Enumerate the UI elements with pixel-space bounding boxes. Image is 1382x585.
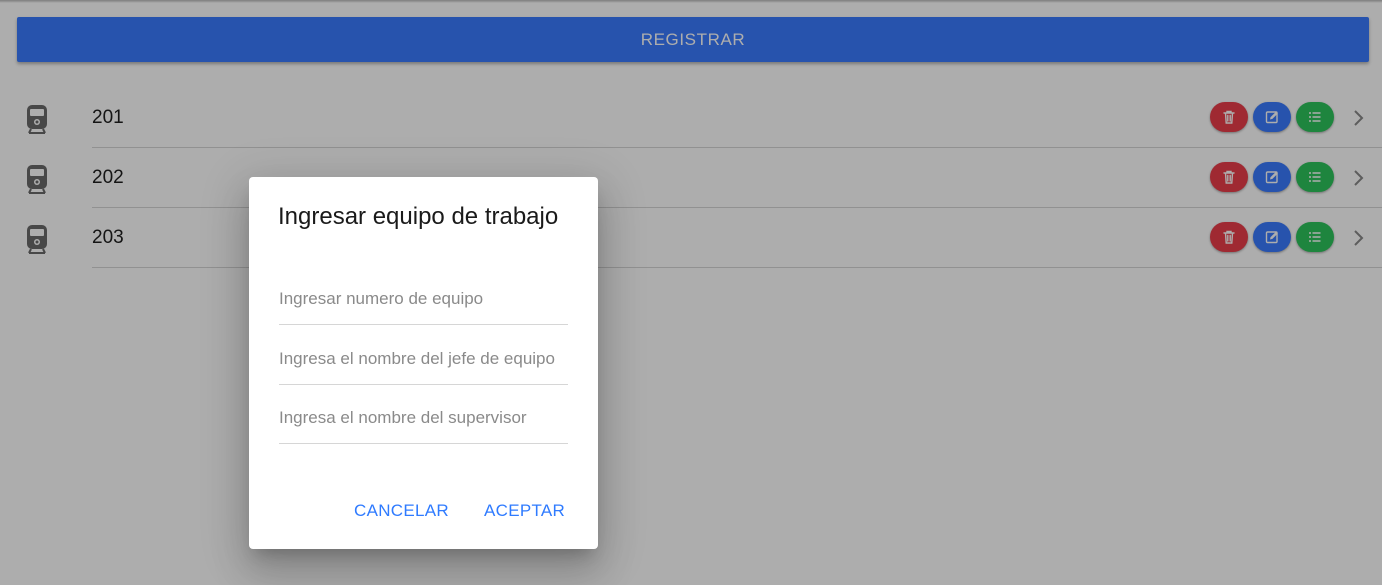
app-screen: REGISTRAR 201 202 203 Ingresar equipo de… <box>0 0 1382 585</box>
accept-button[interactable]: ACEPTAR <box>484 501 565 521</box>
modal-backdrop[interactable] <box>0 0 1382 585</box>
team-number-field <box>279 284 568 325</box>
cancel-button[interactable]: CANCELAR <box>354 501 449 521</box>
supervisor-input[interactable] <box>279 403 568 433</box>
team-leader-field <box>279 344 568 385</box>
supervisor-field <box>279 403 568 444</box>
team-leader-input[interactable] <box>279 344 568 374</box>
team-number-input[interactable] <box>279 284 568 314</box>
add-team-dialog: Ingresar equipo de trabajo CANCELAR ACEP… <box>249 177 598 549</box>
dialog-title: Ingresar equipo de trabajo <box>278 203 559 230</box>
